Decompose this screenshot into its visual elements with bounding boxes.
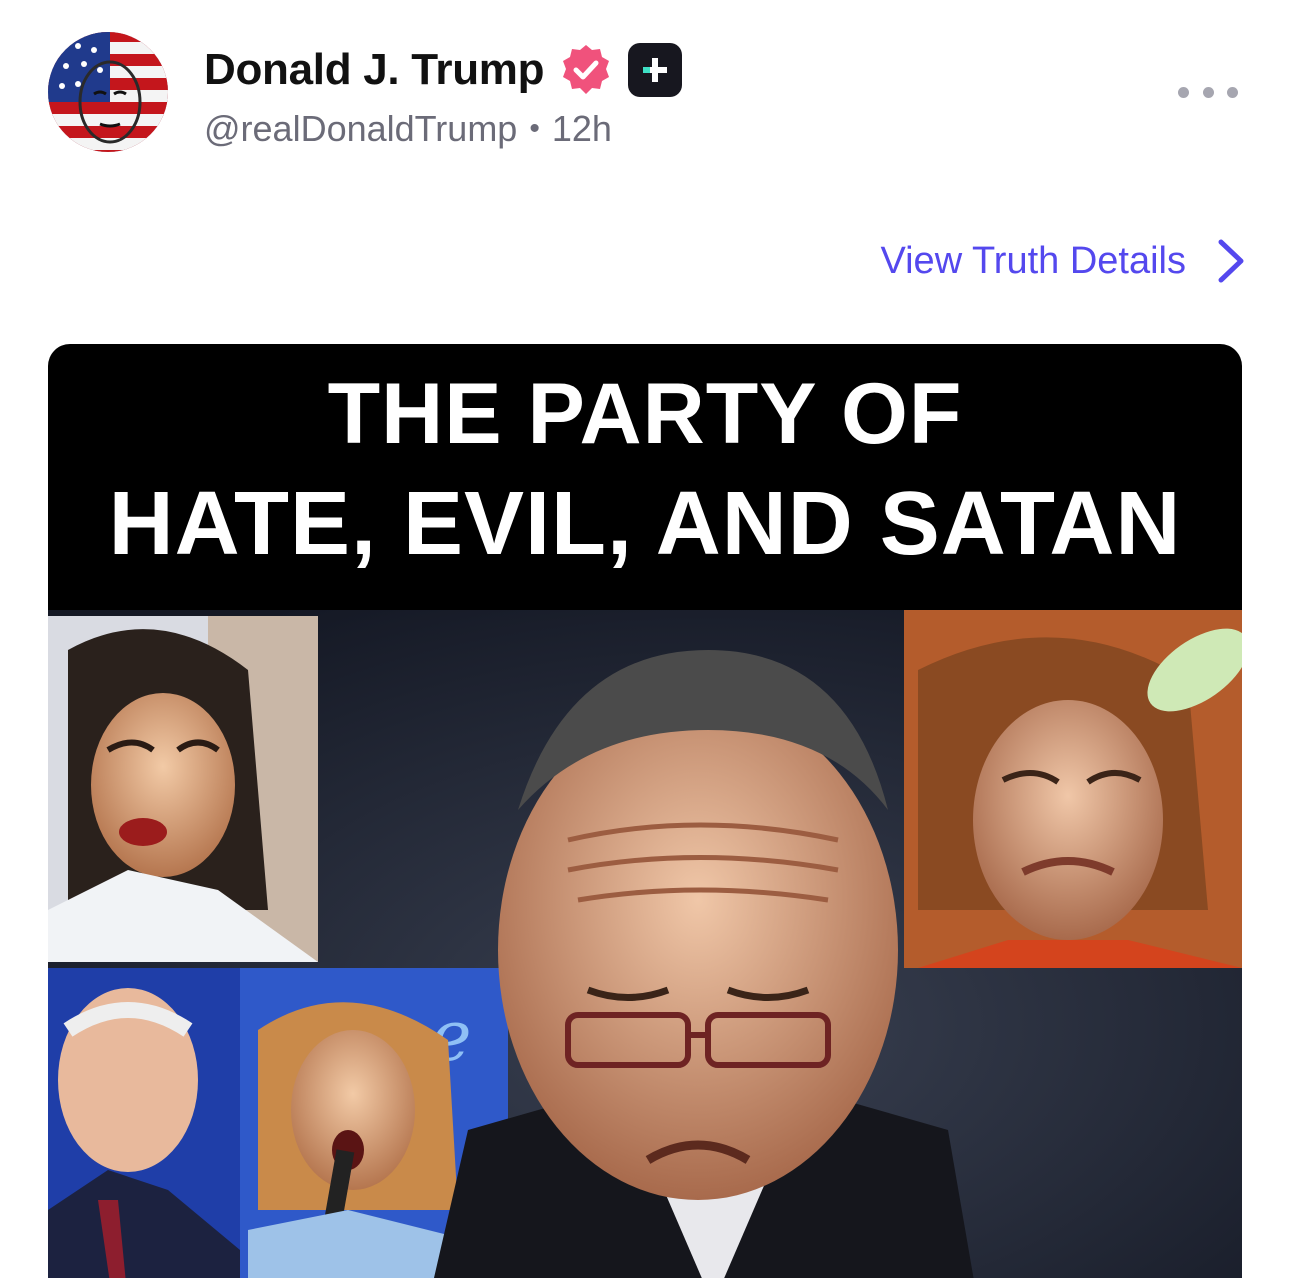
meme-caption-line2: HATE, EVIL, AND SATAN xyxy=(108,474,1182,574)
meme-caption-line1: THE PARTY OF xyxy=(327,366,963,462)
meta-separator: • xyxy=(529,112,540,145)
truth-post: Donald J. Trump @realDonaldTrump • 12h V… xyxy=(0,0,1290,1278)
verified-badge-icon xyxy=(563,45,610,94)
view-truth-details-link[interactable]: View Truth Details xyxy=(880,236,1246,286)
view-truth-details-label: View Truth Details xyxy=(880,240,1186,282)
collage-photo-top-left xyxy=(48,616,318,962)
author-handle[interactable]: @realDonaldTrump xyxy=(204,106,517,152)
avatar[interactable] xyxy=(48,32,168,152)
more-horizontal-icon-dot xyxy=(1202,86,1214,98)
collage-photo-bottom-left: oe xyxy=(48,968,508,1278)
meme-caption: THE PARTY OF HATE, EVIL, AND SATAN xyxy=(48,364,1242,584)
post-timestamp[interactable]: 12h xyxy=(552,106,612,152)
truth-plus-icon xyxy=(628,43,683,97)
collage-photo-top-right xyxy=(904,610,1242,968)
more-horizontal-icon xyxy=(1178,86,1189,98)
author-name-row: Donald J. Trump xyxy=(204,40,683,100)
post-media-image[interactable]: THE PARTY OF HATE, EVIL, AND SATAN xyxy=(48,344,1242,1278)
more-options-button[interactable] xyxy=(1178,80,1238,104)
more-horizontal-icon-dot xyxy=(1227,86,1238,98)
chevron-right-icon xyxy=(1218,239,1244,283)
photo-collage: oe xyxy=(48,610,1242,1278)
author-display-name[interactable]: Donald J. Trump xyxy=(204,40,545,100)
author-meta-row: @realDonaldTrump • 12h xyxy=(204,106,612,152)
